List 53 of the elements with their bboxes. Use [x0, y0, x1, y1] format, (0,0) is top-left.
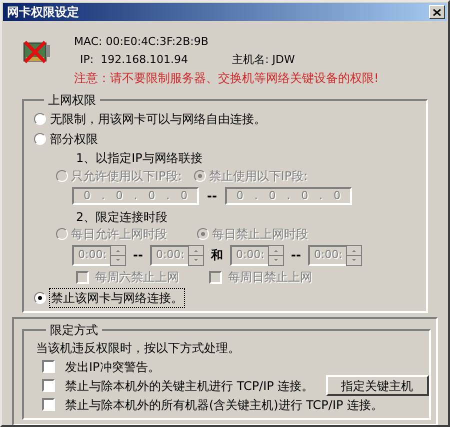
checkbox[interactable]: [42, 398, 55, 411]
ip-octet: 0: [83, 188, 90, 204]
option-label: 每日禁止上网时段: [212, 226, 308, 243]
option-label: 禁止与除本机外的所有机器(含关键主机)进行 TCP/IP 连接。: [65, 396, 384, 414]
window-title: 网卡权限设定: [7, 4, 79, 21]
radio-button[interactable]: [34, 292, 46, 304]
option-label: 每日允许上网时段: [71, 226, 167, 243]
option-label: 禁止与除本机外的关键主机进行 TCP/IP 连接。: [65, 378, 314, 394]
option-label: 发出IP冲突警告。: [65, 358, 160, 376]
ip-octet: 0: [148, 188, 156, 204]
specify-hosts-button[interactable]: 指定关键主机: [326, 375, 429, 396]
hostname: 主机名: JDW: [232, 52, 295, 68]
close-icon: [433, 8, 441, 16]
warning-text: 注意：请不要限制服务器、交换机等网络关键设备的权限!: [74, 70, 379, 87]
spin-buttons[interactable]: [268, 244, 284, 266]
option-label: 无限制，用该网卡可以与网络自由连接。: [50, 111, 266, 128]
dot-separator: .: [319, 188, 323, 204]
option-label: 每周日禁止上网: [228, 269, 312, 286]
and-label: 和: [210, 247, 223, 264]
dot-separator: .: [166, 188, 170, 204]
option-label: 禁止使用以下IP段:: [208, 168, 308, 185]
checkbox[interactable]: [42, 360, 55, 373]
dot-separator: .: [134, 188, 138, 204]
spin-buttons[interactable]: [110, 244, 126, 266]
group-title: 限定方式: [49, 322, 99, 339]
dot-separator: .: [254, 188, 258, 204]
ip-octet: 0: [116, 188, 123, 204]
range-dash: --: [290, 247, 301, 264]
description-text: 当该机违反权限时，按以下方式处理。: [36, 340, 241, 357]
option-label: 部分权限: [50, 131, 98, 148]
range-dash: --: [133, 247, 143, 264]
checkbox[interactable]: [42, 379, 55, 392]
ip-octet: 0: [180, 188, 188, 204]
ip-octet: 0: [301, 188, 308, 204]
option-label: 禁止该网卡与网络连接。: [50, 289, 184, 307]
section-heading: 1、以指定IP与网络联接: [76, 150, 204, 167]
ip-octet: 0: [236, 188, 244, 204]
spin-buttons[interactable]: [188, 244, 204, 266]
radio-button[interactable]: [34, 113, 46, 125]
option-label: 每周六禁止上网: [95, 269, 179, 286]
dot-separator: .: [101, 188, 105, 204]
close-button[interactable]: [429, 5, 445, 19]
section-heading: 2、限定连接时段: [76, 209, 169, 225]
option-label: 只允许使用以下IP段:: [71, 168, 182, 185]
group-title: 上网权限: [47, 92, 97, 109]
range-dash: --: [207, 188, 217, 205]
ip-address: IP: 192.168.101.94: [80, 52, 188, 68]
ip-octet: 0: [268, 188, 276, 204]
dot-separator: .: [286, 188, 290, 204]
mac-address: MAC: 00:E0:4C:3F:2B:9B: [74, 34, 210, 50]
ip-octet: 0: [333, 188, 340, 204]
radio-button[interactable]: [34, 133, 46, 145]
spin-buttons[interactable]: [346, 244, 362, 266]
